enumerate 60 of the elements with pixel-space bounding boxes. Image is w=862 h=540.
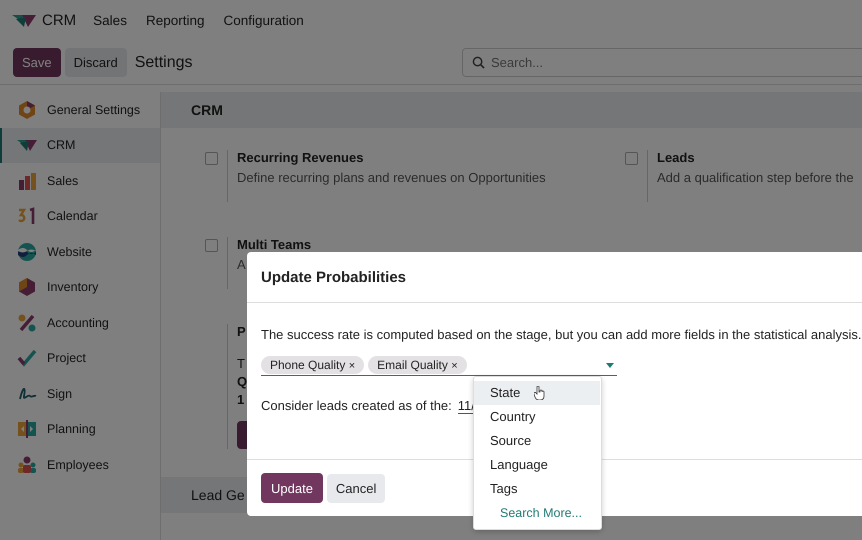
globe-icon bbox=[17, 242, 37, 262]
check-icon bbox=[17, 348, 37, 368]
hexagon-icon bbox=[17, 100, 37, 120]
update-button[interactable]: Update bbox=[261, 473, 323, 503]
bar-chart-icon bbox=[17, 170, 37, 191]
dropdown-option[interactable]: State bbox=[474, 381, 600, 405]
dialog-title: Update Probabilities bbox=[261, 268, 406, 286]
checkbox[interactable] bbox=[205, 152, 218, 165]
planning-icon bbox=[17, 419, 37, 440]
discard-button[interactable]: Discard bbox=[64, 48, 127, 77]
cancel-button[interactable]: Cancel bbox=[326, 474, 386, 502]
app-logo-icon[interactable] bbox=[12, 12, 36, 28]
sidebar-item[interactable]: Inventory bbox=[0, 270, 160, 305]
sidebar-item[interactable]: Sales bbox=[0, 163, 160, 198]
sidebar-item[interactable]: CRM bbox=[0, 128, 160, 163]
tags-field[interactable]: Phone Quality × Email Quality × bbox=[261, 356, 617, 376]
app-name[interactable]: CRM bbox=[42, 12, 76, 29]
setting-description: Add a qualification step before the bbox=[657, 170, 854, 185]
setting-text: 1 bbox=[237, 391, 246, 409]
setting-title: Leads bbox=[657, 150, 696, 165]
sidebar-item[interactable]: Website bbox=[0, 234, 160, 270]
dropdown-option[interactable]: Source bbox=[474, 429, 600, 453]
menu-item[interactable]: Sales bbox=[93, 13, 127, 28]
search-icon bbox=[472, 56, 485, 69]
page-title: Settings bbox=[134, 54, 193, 72]
remove-tag-button[interactable]: × bbox=[451, 360, 458, 372]
tag: Email Quality × bbox=[368, 356, 467, 374]
hand-cursor-icon bbox=[534, 386, 545, 400]
caret-icon[interactable] bbox=[606, 362, 614, 368]
setting-title: Recurring Revenues bbox=[237, 150, 364, 165]
people-icon bbox=[17, 454, 37, 475]
date-label: Consider leads created as of the: bbox=[261, 398, 452, 414]
setting-title: P bbox=[237, 324, 247, 339]
dialog-text: The success rate is computed based on the stage, but you can add more fields in the statistical analysis. bbox=[261, 327, 862, 342]
percent-icon bbox=[17, 312, 37, 333]
dropdown-option[interactable]: Tags bbox=[474, 477, 600, 501]
sidebar-item[interactable]: Employees bbox=[0, 447, 160, 482]
menu-item[interactable]: Reporting bbox=[146, 13, 204, 28]
sidebar-item[interactable]: Accounting bbox=[0, 305, 160, 340]
setting-text: T bbox=[237, 355, 246, 373]
calendar-icon bbox=[17, 206, 37, 226]
cube-icon bbox=[17, 277, 37, 298]
search-field[interactable]: Search... bbox=[462, 48, 862, 77]
checkbox[interactable] bbox=[205, 239, 218, 252]
save-button[interactable]: Save bbox=[13, 48, 61, 77]
sidebar-item[interactable]: General Settings bbox=[0, 92, 160, 128]
setting-text: Q bbox=[237, 373, 248, 391]
sidebar-item[interactable]: Project bbox=[0, 340, 160, 376]
checkbox[interactable] bbox=[625, 152, 638, 165]
dropdown-option[interactable]: Language bbox=[474, 453, 600, 477]
tag: Phone Quality × bbox=[261, 356, 364, 374]
menu-item[interactable]: Configuration bbox=[224, 13, 304, 28]
setting-title: Multi Teams bbox=[237, 237, 312, 252]
remove-tag-button[interactable]: × bbox=[348, 360, 356, 372]
sidebar-item[interactable]: Sign bbox=[0, 376, 160, 412]
setting-description: Define recurring plans and revenues on Opportunities bbox=[237, 170, 546, 185]
setting-description: A bbox=[237, 257, 247, 272]
section-header: CRM bbox=[161, 92, 862, 128]
sidebar-item[interactable]: Planning bbox=[0, 412, 160, 447]
sidebar-item[interactable]: Calendar bbox=[0, 198, 160, 234]
